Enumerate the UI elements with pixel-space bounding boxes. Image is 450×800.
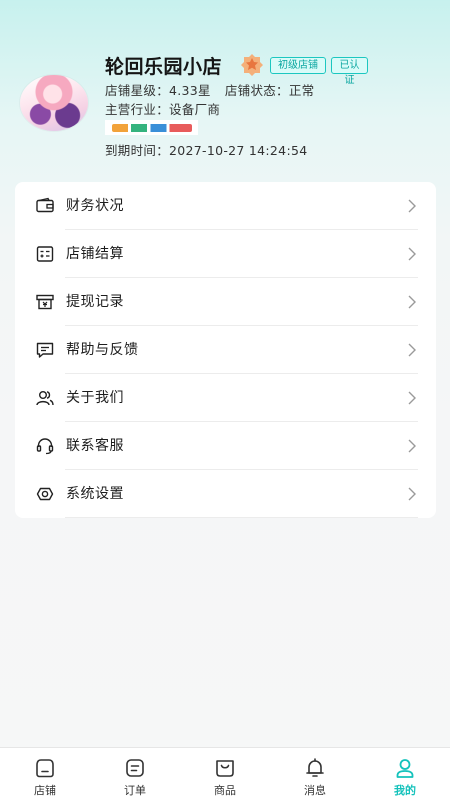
bell-icon (306, 758, 324, 777)
chevron-right-icon (408, 391, 416, 405)
tab-label: 订单 (124, 784, 146, 797)
status-text: 店铺状态：正常 (224, 83, 315, 98)
level-badge: 初级店铺 (270, 57, 326, 74)
menu-item-settlement[interactable]: 店铺结算 (15, 230, 436, 278)
settlement-icon (36, 246, 54, 262)
menu-item-contact[interactable]: 联系客服 (15, 422, 436, 470)
shop-logo-image (105, 120, 198, 135)
menu-item-label: 联系客服 (66, 438, 124, 454)
chevron-right-icon (408, 295, 416, 309)
menu-item-label: 提现记录 (66, 294, 124, 310)
product-icon (216, 760, 234, 777)
withdraw-icon (36, 294, 54, 310)
tab-label: 我的 (394, 784, 416, 797)
expiry-text: 到期时间：2027-10-27 14:24:54 (105, 143, 308, 158)
chevron-right-icon (408, 199, 416, 213)
menu-item-label: 帮助与反馈 (66, 342, 139, 358)
chevron-right-icon (408, 439, 416, 453)
menu-item-label: 关于我们 (66, 390, 124, 406)
menu-item-withdraw[interactable]: 提现记录 (15, 278, 436, 326)
bottom-tab-bar: 店铺 订单 商品 消息 我的 (0, 747, 450, 800)
menu-item-label: 店铺结算 (66, 246, 124, 262)
menu-item-about[interactable]: 关于我们 (15, 374, 436, 422)
menu-item-label: 财务状况 (66, 198, 124, 214)
industry-text: 主营行业：设备厂商 (105, 102, 221, 117)
menu-card: 财务状况 店铺结算 提现记录 帮助与反馈 关于我们 联系客服 系统设置 (15, 182, 436, 518)
tab-shop[interactable]: 店铺 (0, 748, 90, 800)
shop-name: 轮回乐园小店 (105, 56, 223, 78)
chevron-right-icon (408, 247, 416, 261)
menu-item-finance[interactable]: 财务状况 (15, 182, 436, 230)
tab-messages[interactable]: 消息 (270, 748, 360, 800)
certified-badge: 已认证 (331, 57, 368, 86)
rating-text: 店铺星级：4.33星 (105, 83, 211, 98)
rating-status-line: 店铺星级：4.33星 店铺状态：正常 (105, 80, 314, 99)
chevron-right-icon (408, 487, 416, 501)
gear-icon (36, 487, 54, 501)
menu-item-settings[interactable]: 系统设置 (15, 470, 436, 518)
tab-mine[interactable]: 我的 (360, 748, 450, 800)
order-icon (126, 759, 144, 777)
tab-products[interactable]: 商品 (180, 748, 270, 800)
wallet-icon (36, 197, 54, 213)
chevron-right-icon (408, 343, 416, 357)
feedback-icon (36, 342, 54, 358)
menu-item-label: 系统设置 (66, 486, 124, 502)
shop-icon (36, 759, 54, 778)
headset-icon (36, 438, 54, 455)
tab-label: 消息 (304, 784, 326, 797)
user-icon (396, 759, 414, 778)
menu-item-feedback[interactable]: 帮助与反馈 (15, 326, 436, 374)
avatar[interactable] (20, 75, 88, 131)
tab-label: 店铺 (34, 784, 56, 797)
tab-orders[interactable]: 订单 (90, 748, 180, 800)
profile-header: 轮回乐园小店 初级店铺 已认证 店铺星级：4.33星 店铺状态：正常 主营行业：设… (0, 0, 450, 175)
people-icon (36, 391, 54, 406)
medal-icon (241, 54, 263, 76)
tab-label: 商品 (214, 784, 236, 797)
divider (65, 517, 418, 518)
